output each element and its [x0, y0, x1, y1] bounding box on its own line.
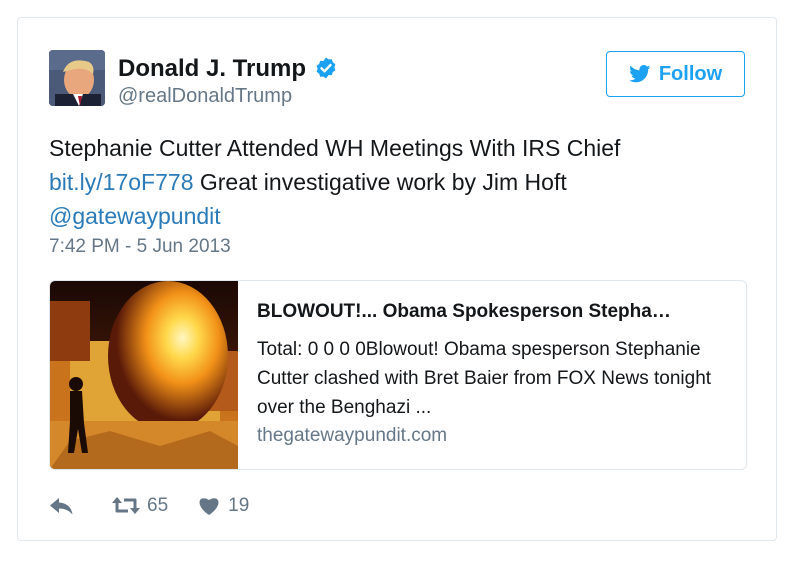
retweet-count: 65 — [147, 495, 169, 516]
follow-button[interactable]: Follow — [606, 51, 745, 97]
bird-icon — [628, 65, 651, 83]
tweet-text: Stephanie Cutter Attended WH Meetings Wi… — [49, 131, 749, 233]
link-card-title: BLOWOUT!... Obama Spokesperson Stepha… — [257, 301, 671, 322]
like-count: 19 — [228, 495, 250, 516]
link-card-domain: thegatewaypundit.com — [257, 425, 448, 446]
avatar[interactable] — [49, 50, 105, 106]
tweet-text-line2: Great investigative work by Jim Hoft — [193, 169, 567, 195]
like-action[interactable]: 19 — [198, 495, 249, 517]
tweet-actions: 65 19 — [49, 492, 249, 520]
display-name[interactable]: Donald J. Trump — [118, 55, 338, 83]
heart-icon — [199, 498, 219, 515]
tweet-card: Donald J. Trump @realDonaldTrump Follow … — [17, 17, 777, 541]
tweet-text-line1: Stephanie Cutter Attended WH Meetings Wi… — [49, 135, 621, 161]
display-name-text[interactable]: Donald J. Trump — [118, 55, 306, 82]
user-handle[interactable]: @realDonaldTrump — [118, 85, 292, 108]
mention-link[interactable]: @gatewaypundit — [49, 203, 221, 229]
tweet-timestamp[interactable]: 7:42 PM - 5 Jun 2013 — [49, 236, 231, 258]
link-card-description: Total: 0 0 0 0Blowout! Obama spesperson … — [257, 339, 712, 418]
retweet-icon — [112, 497, 140, 514]
verified-badge-icon — [316, 57, 336, 79]
follow-label: Follow — [658, 62, 723, 85]
link-preview-image — [50, 281, 238, 469]
reply-action[interactable] — [49, 496, 75, 516]
reply-icon — [50, 498, 73, 515]
retweet-action[interactable]: 65 — [111, 495, 168, 517]
link-preview-card[interactable]: BLOWOUT!... Obama Spokesperson Stepha… T… — [49, 280, 747, 470]
tweet-link[interactable]: bit.ly/17oF778 — [49, 169, 193, 195]
